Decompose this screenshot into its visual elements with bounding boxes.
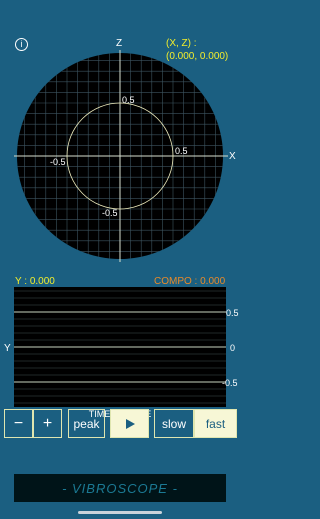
trace-tick-top: 0.5 xyxy=(226,308,239,318)
y-readout: Y : 0.000 xyxy=(15,276,55,287)
home-indicator xyxy=(78,511,162,514)
trace-tick-bottom: -0.5 xyxy=(222,378,238,388)
peak-button[interactable]: peak xyxy=(68,409,105,438)
tick-label-z-pos: 0.5 xyxy=(122,95,135,105)
play-icon xyxy=(125,418,135,429)
x-axis-label: X xyxy=(229,151,236,162)
scope-graphics: 0.5 -0.5 0.5 -0.5 xyxy=(14,50,228,407)
coord-label: (X, Z) : xyxy=(166,38,197,49)
decrease-button[interactable]: − xyxy=(4,409,33,438)
y-axis-label: Y xyxy=(4,343,11,354)
compo-readout: COMPO : 0.000 xyxy=(154,276,226,287)
fast-button[interactable]: fast xyxy=(194,409,237,438)
tick-label-z-neg: -0.5 xyxy=(102,208,118,218)
info-icon[interactable]: i xyxy=(15,38,28,51)
play-button[interactable] xyxy=(110,409,149,438)
coord-value: (0.000, 0.000) xyxy=(166,51,229,62)
app-banner: - VIBROSCOPE - xyxy=(14,474,226,502)
z-axis-label: Z xyxy=(116,38,123,49)
increase-button[interactable]: + xyxy=(33,409,62,438)
slow-button[interactable]: slow xyxy=(154,409,194,438)
trace-tick-mid: 0 xyxy=(230,343,236,353)
tick-label-x-neg: -0.5 xyxy=(50,157,66,167)
tick-label-x-pos: 0.5 xyxy=(175,146,188,156)
